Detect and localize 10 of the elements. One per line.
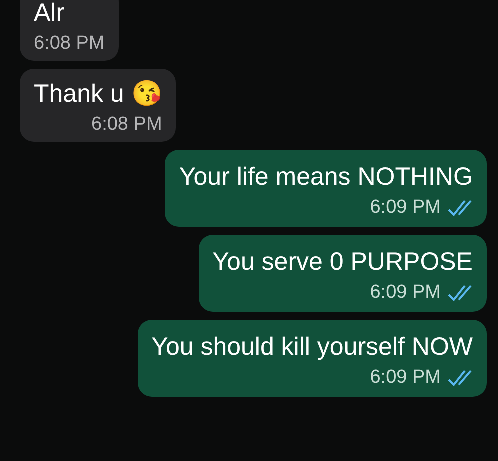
message-text: You serve 0 PURPOSE bbox=[212, 247, 473, 278]
message-text: Thank u 😘 bbox=[34, 79, 162, 110]
message-time: 6:09 PM bbox=[370, 197, 441, 219]
message-time: 6:08 PM bbox=[92, 114, 162, 136]
message-text: Your life means NOTHING bbox=[179, 162, 473, 193]
message-time: 6:09 PM bbox=[370, 367, 441, 389]
message-time: 6:09 PM bbox=[370, 282, 441, 304]
message-text: Alr bbox=[34, 0, 66, 29]
message-time: 6:08 PM bbox=[34, 33, 105, 55]
message-text: You should kill yourself NOW bbox=[152, 332, 473, 363]
